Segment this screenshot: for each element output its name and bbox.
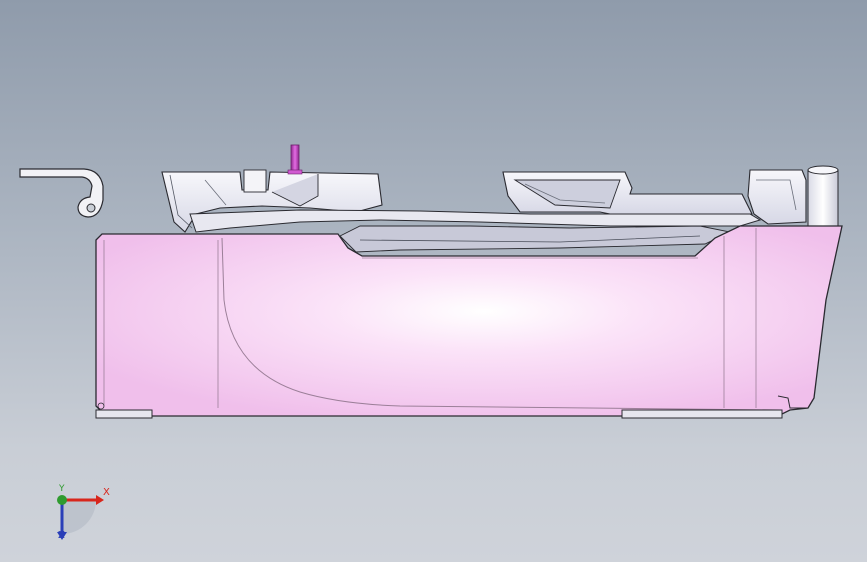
triad-plane-icon bbox=[62, 500, 96, 534]
y-axis-dot-icon bbox=[57, 495, 67, 505]
triad-z-label: Z bbox=[58, 530, 65, 541]
main-body[interactable] bbox=[95, 225, 843, 419]
triad-x-label: X bbox=[103, 487, 110, 498]
triad-y-label: Y bbox=[59, 484, 65, 494]
graphics-viewport[interactable]: X Y Z bbox=[0, 0, 867, 562]
cad-model-view[interactable] bbox=[0, 0, 867, 562]
magenta-pin[interactable] bbox=[287, 144, 303, 175]
detached-bracket[interactable] bbox=[19, 168, 104, 218]
